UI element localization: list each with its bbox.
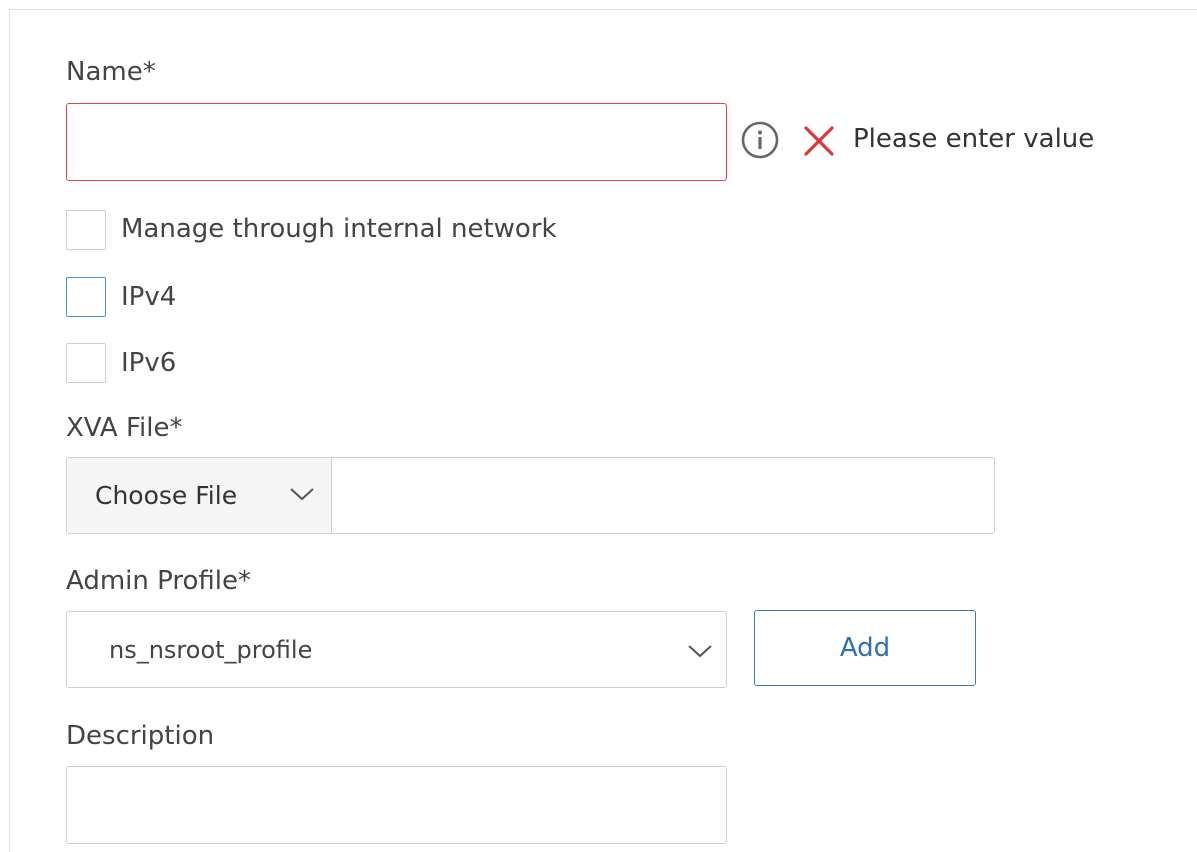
xva-file-picker: Choose File	[66, 457, 995, 534]
xva-file-label: XVA File*	[66, 413, 183, 443]
info-icon[interactable]	[740, 120, 780, 160]
ipv6-label: IPv6	[121, 348, 177, 378]
xva-file-path[interactable]	[333, 458, 994, 533]
admin-profile-label: Admin Profile*	[66, 566, 251, 596]
name-label: Name*	[66, 57, 156, 87]
manage-internal-network-checkbox[interactable]	[66, 210, 106, 250]
name-error-message: Please enter value	[853, 124, 1095, 154]
description-input[interactable]	[66, 766, 727, 844]
add-profile-button[interactable]: Add	[754, 610, 976, 686]
description-label: Description	[66, 721, 215, 751]
ipv6-checkbox[interactable]	[66, 343, 106, 383]
choose-file-button[interactable]: Choose File	[67, 458, 332, 533]
chevron-down-icon	[289, 484, 315, 504]
manage-internal-network-label: Manage through internal network	[121, 214, 557, 244]
admin-profile-selected: ns_nsroot_profile	[109, 635, 313, 664]
choose-file-label: Choose File	[95, 481, 238, 510]
admin-profile-select[interactable]: ns_nsroot_profile	[66, 611, 727, 688]
error-icon	[802, 124, 836, 158]
chevron-down-icon	[687, 641, 713, 661]
name-input[interactable]	[66, 103, 727, 181]
ipv4-checkbox[interactable]	[66, 277, 106, 317]
ipv4-label: IPv4	[121, 282, 177, 312]
